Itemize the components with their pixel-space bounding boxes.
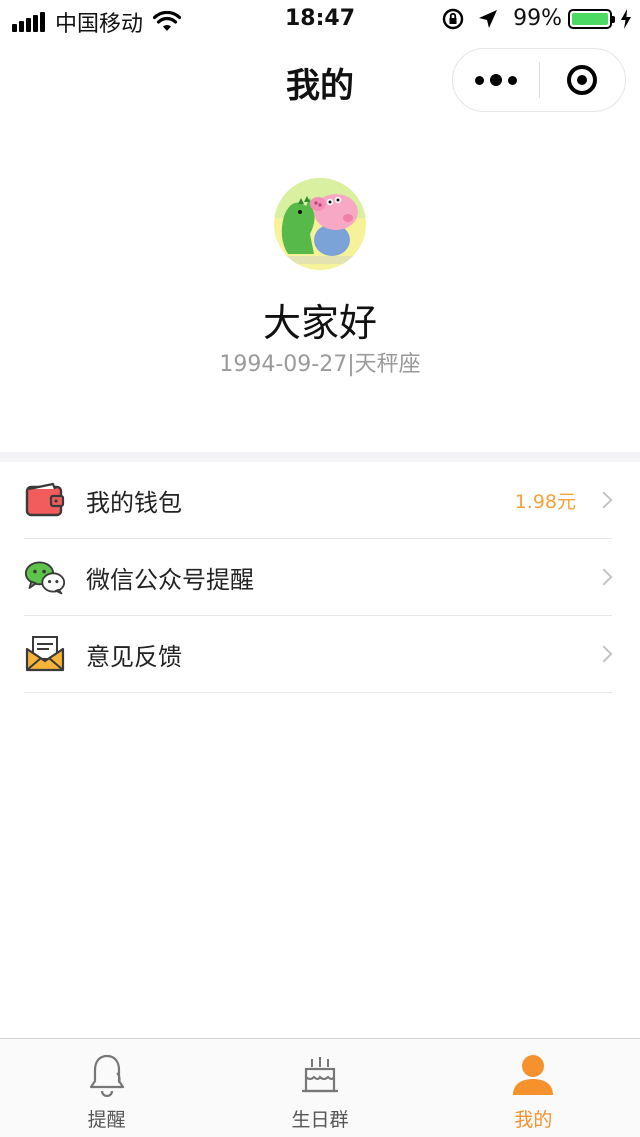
tab-reminder[interactable]: 提醒	[0, 1039, 213, 1137]
chevron-right-icon	[595, 491, 613, 509]
more-dots-icon	[474, 75, 484, 85]
wallet-icon	[24, 479, 66, 521]
target-close-icon	[567, 65, 598, 95]
menu-list: 我的钱包 1.98元 微信公众号提醒 意见反馈	[0, 462, 640, 693]
tab-birthday-group[interactable]: 生日群	[213, 1039, 426, 1137]
chevron-right-icon	[595, 645, 613, 663]
avatar-cartoon-image	[274, 178, 366, 270]
rotation-lock-icon	[442, 8, 464, 29]
tab-mine[interactable]: 我的	[427, 1039, 640, 1137]
more-button[interactable]	[453, 48, 539, 112]
tab-label: 生日群	[291, 1109, 349, 1131]
menu-item-feedback[interactable]: 意见反馈	[24, 616, 613, 693]
wallet-balance: 1.98元	[514, 490, 576, 513]
wechat-icon	[24, 556, 66, 598]
cake-icon	[301, 1057, 338, 1093]
location-arrow-icon	[479, 9, 498, 28]
bell-icon	[89, 1054, 124, 1097]
profile-name: 大家好	[262, 301, 377, 345]
envelope-icon	[24, 633, 66, 675]
section-divider	[0, 452, 640, 462]
menu-item-label: 意见反馈	[86, 642, 182, 671]
battery-icon	[568, 8, 615, 29]
chevron-right-icon	[595, 568, 613, 586]
avatar[interactable]	[274, 178, 366, 270]
battery-percent: 99%	[513, 6, 562, 31]
close-button[interactable]	[540, 48, 626, 112]
profile-birthday-zodiac: 1994-09-27|天秤座	[219, 352, 421, 377]
mini-program-capsule	[452, 48, 626, 112]
charging-bolt-icon	[621, 8, 631, 29]
menu-item-label: 微信公众号提醒	[86, 565, 254, 594]
tab-bar: 提醒 生日群 我的	[0, 1038, 640, 1137]
menu-item-wallet[interactable]: 我的钱包 1.98元	[24, 462, 613, 539]
tab-label: 我的	[514, 1109, 553, 1131]
status-right: 99%	[441, 6, 632, 31]
menu-item-label: 我的钱包	[86, 488, 182, 517]
person-icon	[513, 1055, 554, 1095]
menu-item-wechat-reminder[interactable]: 微信公众号提醒	[24, 539, 613, 616]
tab-label: 提醒	[87, 1109, 126, 1131]
status-bar: 中国移动 18:47 99%	[0, 0, 640, 40]
